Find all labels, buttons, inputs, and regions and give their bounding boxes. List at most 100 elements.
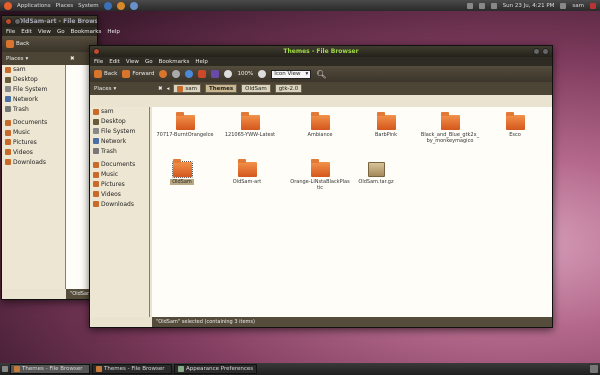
back-window-titlebar[interactable]: OldSam-art - File Browser xyxy=(2,16,97,27)
places-menu[interactable]: Places xyxy=(56,3,74,9)
network-icon[interactable] xyxy=(466,2,473,9)
file-item[interactable]: OldSam.tar.gz xyxy=(346,162,406,185)
sidebar-item-home[interactable]: sam xyxy=(2,65,65,75)
file-item-selected[interactable]: OldSam xyxy=(152,159,212,185)
computer-icon[interactable] xyxy=(211,70,220,78)
taskbar-item[interactable]: Themes - File Browser xyxy=(10,364,90,374)
menu-go[interactable]: Go xyxy=(57,29,65,35)
zoom-in-icon[interactable] xyxy=(258,70,267,78)
clock[interactable]: Sun 23 Ju, 4:21 PM xyxy=(503,3,555,9)
back-label: Back xyxy=(16,41,30,47)
power-icon[interactable] xyxy=(590,2,596,9)
sidebar-item-downloads[interactable]: Downloads xyxy=(90,199,149,209)
sidebar-item-videos[interactable]: Videos xyxy=(90,189,149,199)
system-menu[interactable]: System xyxy=(78,3,99,9)
sidebar-item-network[interactable]: Network xyxy=(90,136,149,146)
back-button[interactable]: Back xyxy=(6,40,29,48)
menu-bookmarks[interactable]: Bookmarks xyxy=(159,59,190,65)
forward-button[interactable]: Forward xyxy=(122,70,154,78)
menu-edit[interactable]: Edit xyxy=(109,59,120,65)
reload-icon[interactable] xyxy=(185,70,194,78)
places-selector[interactable]: Places ▾ xyxy=(94,86,154,92)
file-item[interactable]: 121065-YWW-Latest xyxy=(220,112,280,138)
sidebar-item-documents[interactable]: Documents xyxy=(2,118,65,128)
file-icon-view[interactable]: 70717-BurntOrangeIce 121065-YWW-Latest A… xyxy=(152,107,552,317)
menu-file[interactable]: File xyxy=(6,29,15,35)
crumb-sam[interactable]: sam xyxy=(173,84,201,93)
path-left-icon[interactable]: ◂ xyxy=(167,86,170,92)
crumb-themes[interactable]: Themes xyxy=(204,84,238,93)
search-icon[interactable]: 🔍︎ xyxy=(316,70,326,79)
show-desktop-icon[interactable] xyxy=(2,366,8,372)
back-button[interactable]: Back xyxy=(94,70,117,78)
user-name[interactable]: sam xyxy=(572,3,584,9)
sidebar-item-filesystem[interactable]: File System xyxy=(90,127,149,137)
firefox-launcher-icon[interactable] xyxy=(116,1,125,10)
help-launcher-icon[interactable] xyxy=(129,1,138,10)
file-item[interactable]: Orange-LiNstaBlackPlastic xyxy=(290,159,350,191)
crumb-gtk[interactable]: gtk-2.0 xyxy=(274,84,303,93)
sidebar-item-documents[interactable]: Documents xyxy=(90,160,149,170)
sidebar-item-trash[interactable]: Trash xyxy=(2,104,65,114)
minimize-icon[interactable] xyxy=(14,18,21,25)
folder-icon xyxy=(175,112,195,130)
folder-icon xyxy=(440,112,460,130)
themes-file-browser-window[interactable]: Themes - File Browser File Edit View Go … xyxy=(89,45,553,328)
taskbar-item[interactable]: Themes - File Browser xyxy=(92,364,172,374)
menu-help[interactable]: Help xyxy=(195,59,208,65)
sidebar-item-music[interactable]: Music xyxy=(2,128,65,138)
back-file-browser-window[interactable]: OldSam-art - File Browser File Edit View… xyxy=(1,15,120,300)
file-item[interactable]: 70717-BurntOrangeIce xyxy=(155,112,215,138)
sidebar-item-pictures[interactable]: Pictures xyxy=(2,138,65,148)
sidebar-item-desktop[interactable]: Desktop xyxy=(2,75,65,85)
file-item[interactable]: BarbPink xyxy=(356,112,416,138)
mail-icon[interactable] xyxy=(490,2,497,9)
taskbar-item[interactable]: Appearance Preferences xyxy=(174,364,258,374)
sidebar-item-desktop[interactable]: Desktop xyxy=(90,117,149,127)
menu-go[interactable]: Go xyxy=(145,59,153,65)
volume-icon[interactable] xyxy=(478,2,485,9)
file-item[interactable]: Esco xyxy=(485,112,545,138)
sidebar-item-home[interactable]: sam xyxy=(90,107,149,117)
sidebar-item-network[interactable]: Network xyxy=(2,94,65,104)
file-name: Orange-LiNstaBlackPlastic xyxy=(290,179,350,191)
places-selector[interactable]: Places ▾ xyxy=(6,56,66,62)
sidebar-label: Pictures xyxy=(101,180,125,188)
menu-edit[interactable]: Edit xyxy=(21,29,32,35)
front-window-titlebar[interactable]: Themes - File Browser xyxy=(90,46,552,57)
view-selector[interactable]: Icon View ▾ xyxy=(271,69,312,79)
file-item[interactable]: Black_and_Blue_gtk2x_by_monkeymagico xyxy=(420,112,480,144)
file-item[interactable]: Ambiance xyxy=(290,112,350,138)
close-sidebar-icon[interactable]: ✖ xyxy=(158,86,163,92)
sidebar-item-pictures[interactable]: Pictures xyxy=(90,180,149,190)
front-window-title: Themes - File Browser xyxy=(283,48,359,55)
up-icon[interactable] xyxy=(159,70,168,78)
menu-file[interactable]: File xyxy=(94,59,103,65)
close-sidebar-icon[interactable]: ✖ xyxy=(70,56,75,62)
close-icon[interactable] xyxy=(5,18,12,25)
close-icon[interactable] xyxy=(93,48,100,55)
crumb-label: Themes xyxy=(208,85,234,92)
file-item[interactable]: OldSam-art xyxy=(217,159,277,185)
sidebar-item-trash[interactable]: Trash xyxy=(90,146,149,156)
home-icon[interactable] xyxy=(198,70,207,78)
stop-icon[interactable] xyxy=(172,70,181,78)
minimize-icon[interactable] xyxy=(533,48,540,55)
menu-help[interactable]: Help xyxy=(107,29,120,35)
sidebar-item-music[interactable]: Music xyxy=(90,170,149,180)
menu-view[interactable]: View xyxy=(38,29,51,35)
sidebar-item-downloads[interactable]: Downloads xyxy=(2,157,65,167)
zoom-out-icon[interactable] xyxy=(224,70,233,78)
sidebar-item-videos[interactable]: Videos xyxy=(2,147,65,157)
crumb-oldsam[interactable]: OldSam xyxy=(241,84,271,93)
drive-icon xyxy=(5,86,11,93)
applications-menu[interactable]: Applications xyxy=(17,3,51,9)
ubuntu-logo-icon[interactable] xyxy=(4,1,12,10)
menu-view[interactable]: View xyxy=(126,59,139,65)
menu-bookmarks[interactable]: Bookmarks xyxy=(71,29,102,35)
sidebar-item-filesystem[interactable]: File System xyxy=(2,85,65,95)
maximize-icon[interactable] xyxy=(542,48,549,55)
trash-icon[interactable] xyxy=(590,365,598,373)
chevron-down-icon: ▾ xyxy=(25,55,29,62)
browser-launcher-icon[interactable] xyxy=(103,1,112,10)
